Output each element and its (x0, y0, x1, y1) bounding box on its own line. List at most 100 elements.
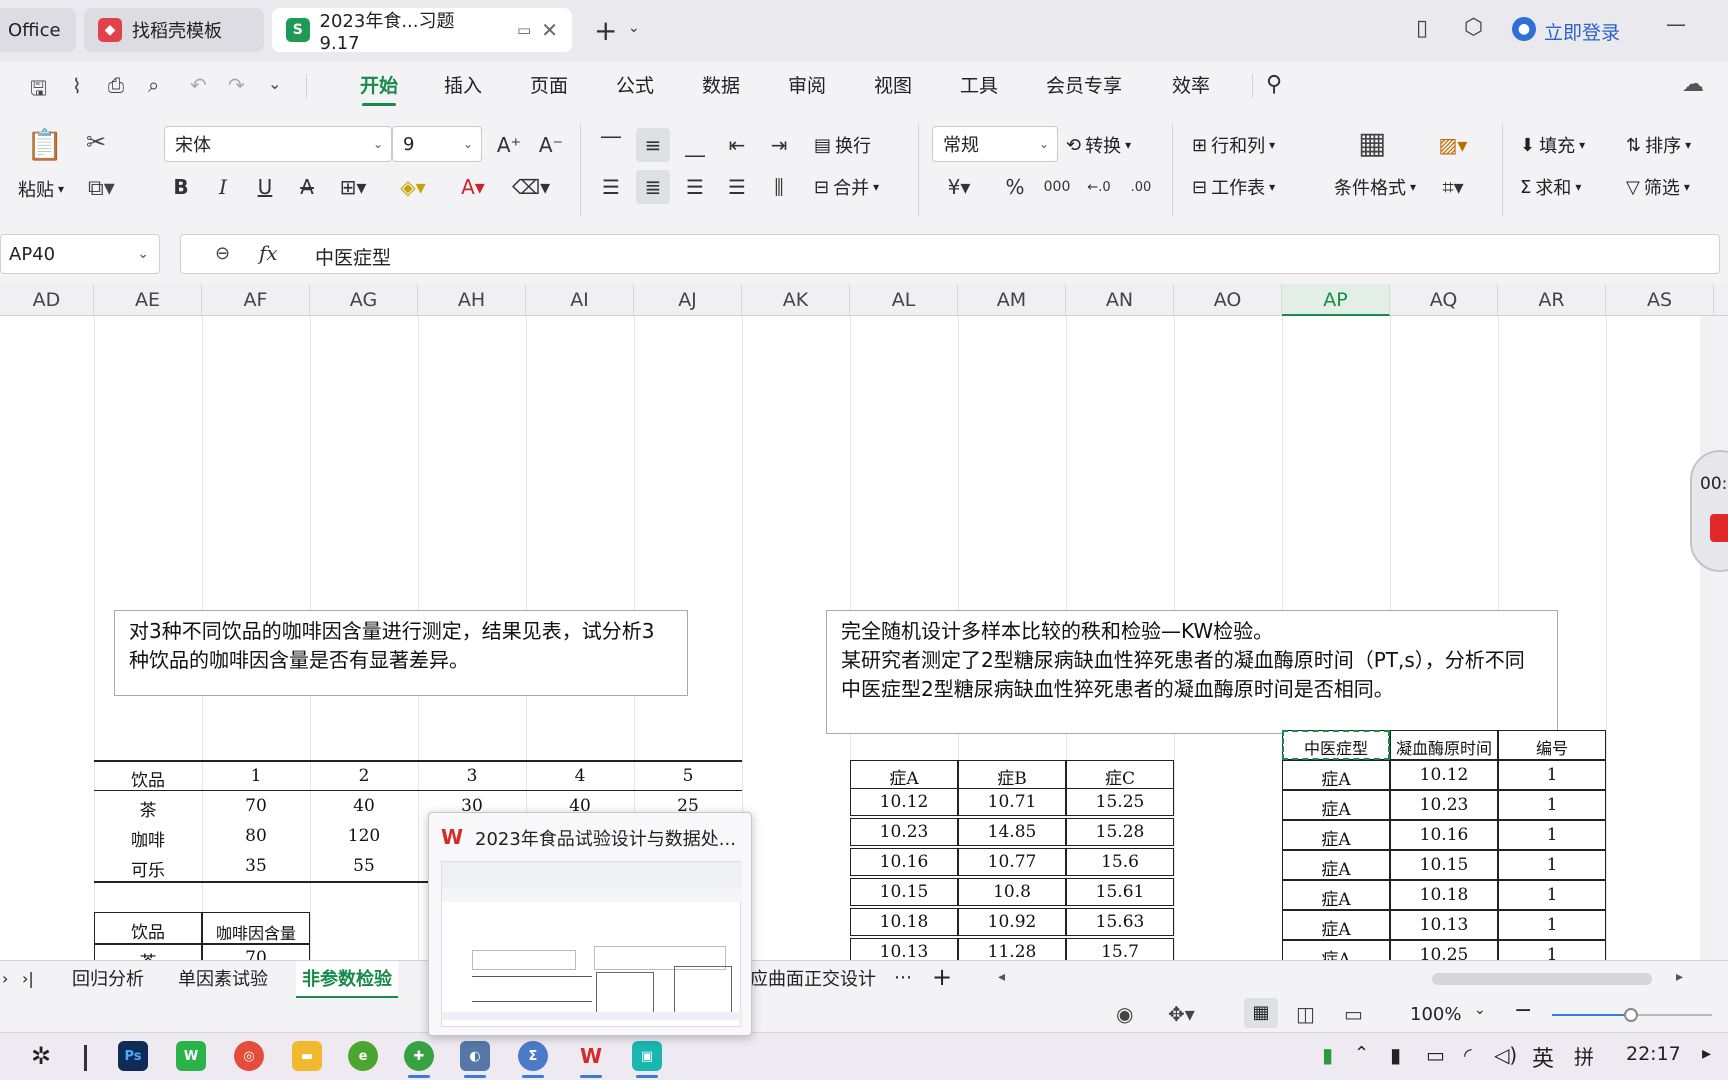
vertical-scrollbar[interactable] (1700, 316, 1712, 960)
col-header[interactable]: AO (1174, 284, 1282, 316)
italic-icon[interactable]: I (206, 170, 240, 204)
menu-home[interactable]: 开始 (356, 70, 402, 106)
shrink-font-icon[interactable]: A⁻ (534, 128, 568, 162)
strikethrough-icon[interactable]: A (290, 170, 324, 204)
minimize-icon[interactable]: — (1666, 12, 1686, 36)
taskbar-preview-popup[interactable]: W 2023年食品试验设计与数据处... (428, 812, 752, 1036)
filter-button[interactable]: ▽ 筛选 ▾ (1626, 174, 1690, 200)
table-cell[interactable]: 15.63 (1066, 912, 1174, 932)
table-cell[interactable]: 120 (310, 826, 418, 846)
table-cell[interactable]: 10.15 (1390, 855, 1498, 875)
table-cell[interactable]: 症A (1282, 795, 1390, 820)
quick-access-chevron-icon[interactable]: ⌄ (268, 74, 281, 93)
decrease-decimal-icon[interactable]: .00 (1124, 170, 1158, 204)
menu-review[interactable]: 审阅 (784, 70, 830, 102)
print-icon[interactable]: ⎙ (108, 73, 124, 97)
decrease-indent-icon[interactable]: ⇤ (720, 128, 754, 162)
volume-icon[interactable]: ◁) (1494, 1043, 1517, 1067)
font-size-select[interactable]: 9 ⌄ (392, 126, 482, 162)
last-sheet-icon[interactable]: ›| (22, 969, 34, 988)
scroll-right-icon[interactable]: ▸ (1676, 969, 1683, 985)
table-cell[interactable]: 1 (1498, 765, 1606, 785)
cube-icon[interactable]: ⬡ (1464, 15, 1483, 40)
table-cell[interactable]: 1 (1498, 885, 1606, 905)
table-cell[interactable]: 15.61 (1066, 882, 1174, 902)
align-center-icon[interactable]: ≣ (636, 170, 670, 204)
table-cell[interactable]: 70 (202, 948, 310, 960)
table-cell[interactable]: 10.12 (850, 792, 958, 812)
ime-mode[interactable]: 拼 (1574, 1041, 1594, 1070)
col-header[interactable]: AR (1498, 284, 1606, 316)
grow-font-icon[interactable]: A⁺ (492, 128, 526, 162)
app-calc-icon[interactable]: Σ (518, 1041, 548, 1071)
border-icon[interactable]: ⊞▾ (336, 170, 370, 204)
table-cell[interactable]: 40 (310, 796, 418, 816)
sheet-tab-nonparametric[interactable]: 非参数检验 (296, 961, 398, 999)
align-top-icon[interactable]: ⎺ (594, 128, 628, 162)
col-header[interactable]: AK (742, 284, 850, 316)
table-cell[interactable]: 15.7 (1066, 942, 1174, 960)
align-right-icon[interactable]: ☰ (678, 170, 712, 204)
save-icon[interactable]: 🖫 (30, 74, 47, 108)
table-cell[interactable]: 1 (1498, 825, 1606, 845)
start-icon[interactable]: ✲ (26, 1041, 56, 1071)
format-painter-icon[interactable]: ⌇ (72, 74, 82, 98)
sheet-tab-response-surface[interactable]: 应曲面正交设计 (744, 961, 882, 999)
underline-icon[interactable]: U (248, 170, 282, 204)
cloud-icon[interactable]: ☁ (1682, 72, 1704, 97)
menu-view[interactable]: 视图 (870, 70, 916, 102)
conditional-format-icon[interactable]: ▦ (1358, 126, 1386, 161)
table-cell[interactable]: 症A (1282, 825, 1390, 850)
menu-tools[interactable]: 工具 (956, 70, 1002, 102)
convert-button[interactable]: ⟲ 转换 ▾ (1066, 132, 1131, 158)
table-cell[interactable]: 10.77 (958, 852, 1066, 872)
currency-icon[interactable]: ¥▾ (942, 170, 976, 204)
table-cell[interactable]: 10.12 (1390, 765, 1498, 785)
battery-green-icon[interactable]: ▮ (1322, 1043, 1333, 1067)
col-header[interactable]: AN (1066, 284, 1174, 316)
redo-icon[interactable]: ↷ (228, 73, 245, 97)
zoom-formula-icon[interactable]: ⊖ (215, 243, 230, 264)
table-cell[interactable]: 10.8 (958, 882, 1066, 902)
table-cell[interactable]: 10.25 (1390, 945, 1498, 960)
ime-lang[interactable]: 英 (1532, 1041, 1554, 1073)
table-cell[interactable]: 14.85 (958, 822, 1066, 842)
sheet-grid[interactable]: 对3种不同饮品的咖啡因含量进行测定，结果见表，试分析3种饮品的咖啡因含量是否有显… (0, 316, 1712, 960)
table-cell[interactable]: 饮品 (94, 918, 202, 943)
app-cross-icon[interactable]: ✚ (404, 1041, 434, 1071)
undo-icon[interactable]: ↶ (190, 73, 207, 97)
col-header-selected[interactable]: AP (1282, 284, 1390, 316)
bold-icon[interactable]: B (164, 170, 198, 204)
table-cell[interactable]: 症A (1282, 885, 1390, 910)
text-box-kw-test[interactable]: 完全随机设计多样本比较的秩和检验—KW检验。 某研究者测定了2型糖尿病缺血性猝死… (826, 610, 1558, 734)
record-stop-icon[interactable] (1710, 514, 1728, 542)
table-cell[interactable]: 可乐 (94, 856, 202, 881)
table-cell[interactable]: 10.23 (850, 822, 958, 842)
battery-icon[interactable]: ▭ (1426, 1043, 1445, 1067)
sort-button[interactable]: ⇅ 排序 ▾ (1626, 132, 1691, 158)
table-cell[interactable]: 茶 (94, 796, 202, 821)
thousands-icon[interactable]: 000 (1040, 170, 1074, 204)
table-cell[interactable]: 饮品 (94, 766, 202, 791)
table-cell[interactable]: 10.13 (1390, 915, 1498, 935)
table-cell[interactable]: 10.71 (958, 792, 1066, 812)
menu-member[interactable]: 会员专享 (1042, 70, 1126, 102)
formula-input[interactable]: ⊖ fx 中医症型 (180, 234, 1720, 274)
microphone-icon[interactable]: ▮ (1390, 1043, 1401, 1067)
table-cell[interactable]: 10.15 (850, 882, 958, 902)
row-col-button[interactable]: ⊞ 行和列 ▾ (1192, 132, 1275, 158)
zoom-out-icon[interactable]: − (1514, 998, 1532, 1023)
fill-color-icon[interactable]: ◈▾ (396, 170, 430, 204)
table-cell[interactable]: 15.28 (1066, 822, 1174, 842)
tab-office[interactable]: Office (0, 8, 76, 52)
normal-view-icon[interactable]: ▦ (1244, 998, 1278, 1028)
freeze-icon[interactable]: ✥▾ (1168, 1002, 1195, 1026)
table-cell[interactable]: 症A (1282, 945, 1390, 960)
zoom-level[interactable]: 100% (1410, 1004, 1461, 1025)
col-header[interactable]: AD (0, 284, 94, 316)
browser-icon[interactable]: e (348, 1041, 378, 1071)
col-header[interactable]: AM (958, 284, 1066, 316)
prev-sheet-icon[interactable]: › (2, 969, 8, 988)
table-cell[interactable]: 10.92 (958, 912, 1066, 932)
paste-icon[interactable]: 📋 (26, 128, 63, 163)
